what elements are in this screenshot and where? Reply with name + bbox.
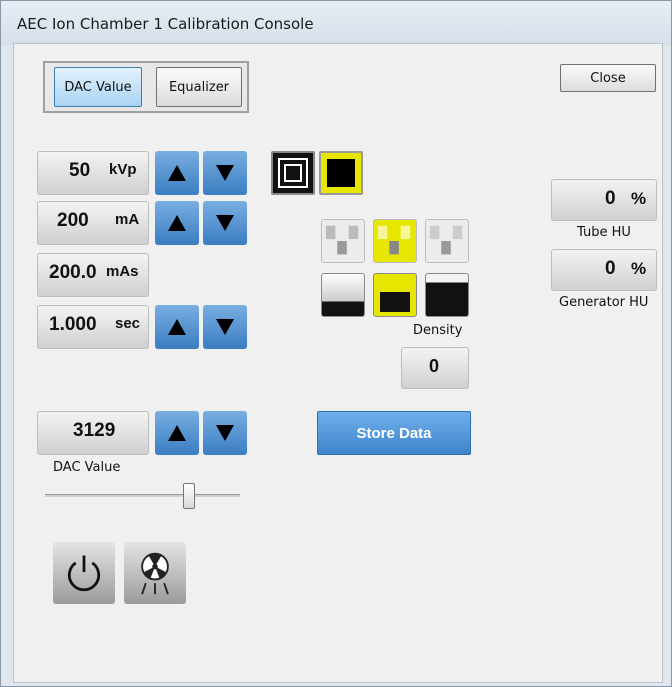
tube-hu-unit: %	[631, 189, 647, 208]
power-icon	[67, 555, 101, 592]
dac-slider-thumb[interactable]	[183, 483, 196, 509]
concentric-square-icon	[278, 158, 308, 188]
chamber-select-left[interactable]	[321, 219, 365, 263]
field-mode-icon-normal[interactable]	[271, 151, 315, 195]
kvp-unit: kVp	[109, 161, 137, 178]
density-label: Density	[413, 323, 463, 338]
dac-value-tab[interactable]: DAC Value	[54, 67, 142, 107]
generator-hu-unit: %	[631, 259, 647, 278]
title-bar: AEC Ion Chamber 1 Calibration Console	[1, 1, 671, 45]
filled-square-icon	[327, 159, 355, 187]
close-button[interactable]: Close	[560, 64, 656, 92]
time-field[interactable]: 1.000 sec	[37, 305, 149, 349]
dac-value: 3129	[73, 420, 116, 441]
window-title: AEC Ion Chamber 1 Calibration Console	[17, 15, 314, 33]
generator-hu-label: Generator HU	[559, 295, 649, 310]
ma-field[interactable]: 200 mA	[37, 201, 149, 245]
chamber-select-center[interactable]	[373, 219, 417, 263]
time-up-button[interactable]	[155, 305, 199, 349]
dac-label: DAC Value	[53, 460, 121, 475]
tube-hu-field: 0 %	[551, 179, 657, 221]
chamber-icon	[377, 225, 411, 255]
ma-unit: mA	[115, 211, 140, 228]
arrow-down-icon	[216, 425, 234, 441]
time-unit: sec	[115, 315, 141, 332]
density-value: 0	[429, 356, 440, 376]
time-value: 1.000	[49, 314, 97, 335]
generator-hu-field: 0 %	[551, 249, 657, 291]
density-high-button[interactable]	[425, 273, 469, 317]
calibration-window: AEC Ion Chamber 1 Calibration Console DA…	[0, 0, 672, 687]
dac-down-button[interactable]	[203, 411, 247, 455]
store-data-button[interactable]: Store Data	[317, 411, 471, 455]
density-low-button[interactable]	[321, 273, 365, 317]
power-button[interactable]	[53, 542, 115, 604]
generator-hu-value: 0	[605, 258, 616, 279]
arrow-up-icon	[168, 425, 186, 441]
dac-up-button[interactable]	[155, 411, 199, 455]
radiation-icon	[141, 552, 169, 595]
kvp-down-button[interactable]	[203, 151, 247, 195]
kvp-field[interactable]: 50 kVp	[37, 151, 149, 195]
density-fill-icon	[380, 292, 410, 312]
ma-down-button[interactable]	[203, 201, 247, 245]
equalizer-tab[interactable]: Equalizer	[156, 67, 242, 107]
dac-slider-track[interactable]	[45, 494, 240, 497]
chamber-icon	[325, 225, 359, 255]
arrow-up-icon	[168, 165, 186, 181]
arrow-down-icon	[216, 319, 234, 335]
tube-hu-value: 0	[605, 188, 616, 209]
density-medium-button[interactable]	[373, 273, 417, 317]
mas-unit: mAs	[106, 263, 139, 280]
density-field: 0	[401, 347, 469, 389]
kvp-up-button[interactable]	[155, 151, 199, 195]
arrow-up-icon	[168, 215, 186, 231]
kvp-value: 50	[69, 160, 91, 181]
time-down-button[interactable]	[203, 305, 247, 349]
arrow-down-icon	[216, 215, 234, 231]
mas-value: 200.0	[49, 262, 97, 283]
mas-field: 200.0 mAs	[37, 253, 149, 297]
chamber-icon	[429, 225, 463, 255]
ma-up-button[interactable]	[155, 201, 199, 245]
tube-hu-label: Tube HU	[577, 225, 631, 240]
ma-value: 200	[57, 210, 89, 231]
chamber-select-right[interactable]	[425, 219, 469, 263]
dac-field[interactable]: 3129	[37, 411, 149, 455]
expose-button[interactable]	[124, 542, 186, 604]
arrow-up-icon	[168, 319, 186, 335]
arrow-down-icon	[216, 165, 234, 181]
field-mode-icon-selected[interactable]	[319, 151, 363, 195]
